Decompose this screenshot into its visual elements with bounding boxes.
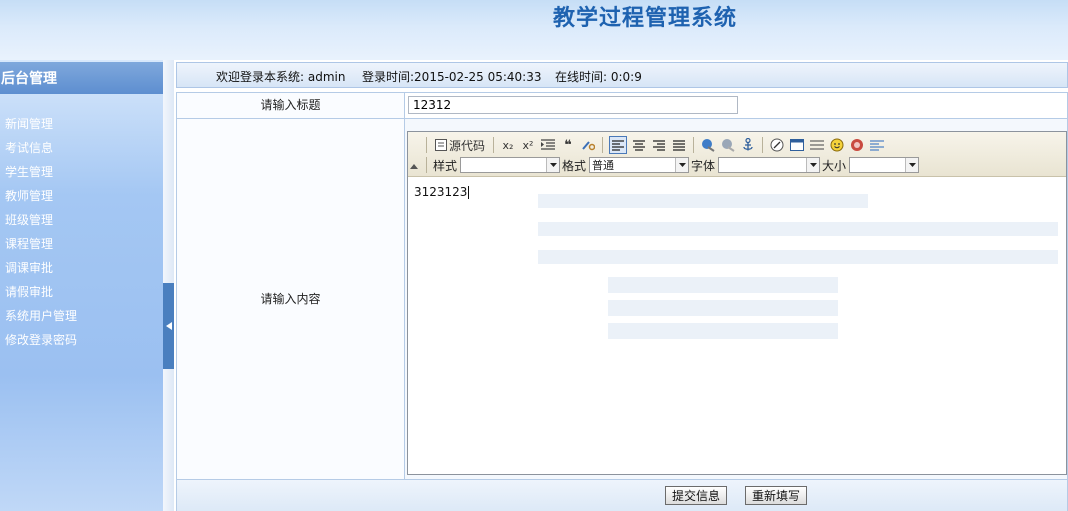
chevron-down-icon: [809, 163, 817, 167]
chevron-down-icon: [908, 163, 916, 167]
ghost-artifact: [538, 222, 1058, 236]
sidebar-item-classes[interactable]: 班级管理: [5, 212, 77, 236]
align-center-button[interactable]: [631, 137, 647, 153]
sidebar-menu: 新闻管理 考试信息 学生管理 教师管理 班级管理 课程管理 调课审批 请假审批 …: [5, 116, 77, 356]
unlink-icon: [722, 139, 735, 152]
sidebar: 后台管理 新闻管理 考试信息 学生管理 教师管理 班级管理 课程管理 调课审批 …: [0, 60, 163, 511]
sidebar-item-exam-info[interactable]: 考试信息: [5, 140, 77, 164]
ghost-artifact: [538, 250, 1058, 264]
horizontal-rule-icon: [810, 140, 825, 150]
justify-button[interactable]: [671, 137, 687, 153]
style-select[interactable]: [460, 157, 561, 173]
smiley-button[interactable]: [829, 137, 845, 153]
blockquote-button[interactable]: ❝: [560, 137, 576, 153]
toolbar-row-2: 样式 格式 普通 字体 大小: [422, 155, 920, 175]
special-char-button[interactable]: [849, 137, 865, 153]
align-right-icon: [653, 139, 666, 151]
format-select-value: 普通: [592, 159, 615, 172]
size-select[interactable]: [849, 157, 920, 173]
subscript-icon: x₂: [502, 138, 514, 152]
news-form: 请输入标题 请输入内容 源代码 x₂ x² ❝: [176, 92, 1068, 511]
indent-button[interactable]: [540, 137, 556, 153]
font-label: 字体: [691, 158, 716, 173]
sidebar-item-news[interactable]: 新闻管理: [5, 116, 77, 140]
superscript-icon: x²: [522, 138, 534, 152]
sidebar-item-course-change-approval[interactable]: 调课审批: [5, 260, 77, 284]
submit-button[interactable]: 提交信息: [665, 486, 728, 505]
source-code-label: 源代码: [449, 138, 486, 153]
sidebar-item-leave-approval[interactable]: 请假审批: [5, 284, 77, 308]
actions-row: 提交信息 重新填写: [177, 479, 1067, 511]
superscript-button[interactable]: x²: [520, 137, 536, 153]
size-label: 大小: [822, 158, 847, 173]
sidebar-heading: 后台管理: [0, 62, 163, 94]
format-select[interactable]: 普通: [589, 157, 690, 173]
session-info-bar: 欢迎登录本系统: admin 登录时间:2015-02-25 05:40:33 …: [176, 62, 1068, 88]
sidebar-item-students[interactable]: 学生管理: [5, 164, 77, 188]
link-tool-button[interactable]: [580, 137, 596, 153]
online-time-text: 在线时间: 0:0:9: [555, 70, 642, 84]
sidebar-item-courses[interactable]: 课程管理: [5, 236, 77, 260]
source-icon: [435, 139, 447, 151]
align-left-icon: [612, 139, 625, 151]
editor-toolbar: 源代码 x₂ x² ❝ 样式 格式 普通 字体 大小: [408, 132, 1066, 177]
align-right-button[interactable]: [651, 137, 667, 153]
subscript-button[interactable]: x₂: [500, 137, 516, 153]
table-icon: [790, 139, 805, 151]
justify-icon: [673, 139, 686, 151]
anchor-button[interactable]: [740, 137, 756, 153]
anchor-icon: [743, 138, 753, 151]
toolbar-row-1: 源代码 x₂ x² ❝: [422, 135, 887, 155]
globe-link-icon: [702, 139, 715, 152]
editor-content-area[interactable]: 3123123: [414, 185, 470, 199]
reset-button[interactable]: 重新填写: [745, 486, 808, 505]
title-row: 请输入标题: [177, 93, 1067, 119]
content-label: 请输入内容: [177, 119, 405, 479]
page-header: 教学过程管理系统: [0, 0, 1068, 60]
login-time-text: 登录时间:2015-02-25 05:40:33: [362, 70, 542, 84]
welcome-text: 欢迎登录本系统: admin: [216, 70, 346, 84]
sidebar-item-system-users[interactable]: 系统用户管理: [5, 308, 77, 332]
ghost-artifact: [608, 300, 838, 316]
title-label: 请输入标题: [177, 93, 405, 118]
table-button[interactable]: [789, 137, 805, 153]
font-select[interactable]: [718, 157, 821, 173]
link-tool-icon: [582, 141, 596, 151]
align-center-icon: [633, 139, 646, 151]
page-break-button[interactable]: [869, 137, 885, 153]
text-caret: [468, 186, 470, 199]
format-label: 格式: [562, 158, 587, 173]
quote-icon: ❝: [564, 137, 572, 153]
title-input[interactable]: [408, 96, 738, 114]
special-char-icon: [851, 139, 864, 151]
sidebar-item-change-password[interactable]: 修改登录密码: [5, 332, 77, 356]
align-left-button[interactable]: [609, 136, 628, 154]
smiley-icon: [830, 138, 844, 152]
indent-icon: [541, 139, 556, 150]
ghost-artifact: [608, 277, 838, 293]
flash-icon: [770, 138, 784, 152]
system-title: 教学过程管理系统: [553, 6, 738, 31]
editor-content-text: 3123123: [414, 185, 468, 199]
chevron-left-icon: [165, 322, 172, 330]
chevron-down-icon: [678, 163, 686, 167]
ghost-artifact: [538, 194, 868, 208]
rich-text-editor: 源代码 x₂ x² ❝ 样式 格式 普通 字体 大小 3123123: [407, 131, 1067, 475]
flash-button[interactable]: [769, 137, 785, 153]
ghost-artifact: [608, 323, 838, 339]
source-code-button[interactable]: 源代码: [433, 137, 487, 153]
style-label: 样式: [433, 158, 458, 173]
sidebar-collapse-handle[interactable]: [163, 283, 174, 369]
page-break-icon: [870, 140, 885, 151]
horizontal-rule-button[interactable]: [809, 137, 825, 153]
chevron-down-icon: [549, 163, 557, 167]
toolbar-collapse-icon[interactable]: [410, 164, 418, 169]
insert-link-button[interactable]: [700, 137, 716, 153]
sidebar-heading-label: 后台管理: [1, 71, 57, 87]
unlink-button[interactable]: [720, 137, 736, 153]
sidebar-item-teachers[interactable]: 教师管理: [5, 188, 77, 212]
